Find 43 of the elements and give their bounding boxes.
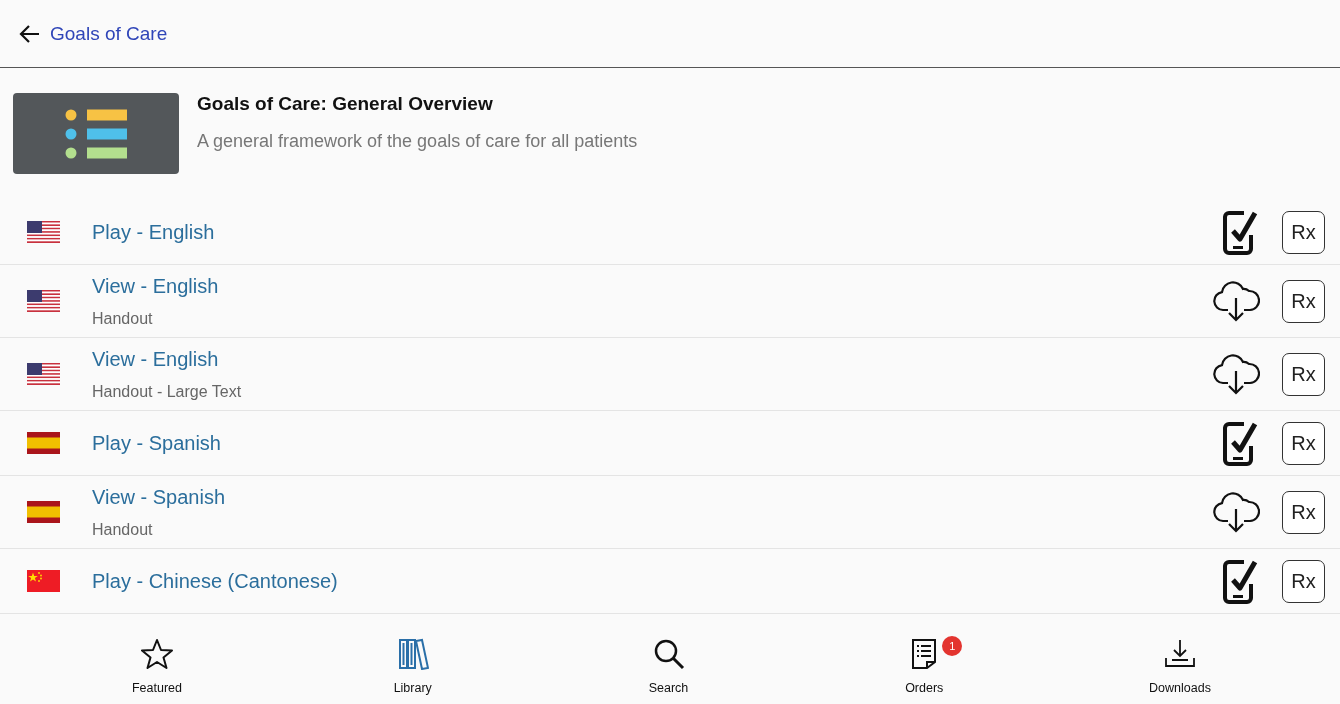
china-flag-icon — [27, 570, 60, 592]
rx-button[interactable]: Rx — [1282, 279, 1325, 323]
overview-title: Goals of Care: General Overview — [197, 93, 494, 115]
us-flag-icon — [27, 221, 60, 243]
item-title[interactable]: Play - Spanish — [92, 431, 221, 455]
rx-button[interactable]: Rx — [1282, 490, 1325, 534]
item-title[interactable]: View - Spanish — [92, 485, 226, 509]
rx-button[interactable]: Rx — [1282, 210, 1325, 254]
tablet-check-icon[interactable] — [1220, 420, 1260, 466]
item-subtitle: Handout — [92, 520, 154, 539]
item-title[interactable]: View - English — [92, 347, 219, 371]
nav-tab[interactable]: Search — [608, 630, 729, 704]
overview-description: A general framework of the goals of care for all patients — [197, 131, 638, 152]
nav-tab[interactable]: Downloads — [1120, 630, 1240, 704]
tray-download-icon — [1164, 638, 1196, 670]
item-title[interactable]: View - English — [92, 274, 219, 298]
rx-button[interactable]: Rx — [1282, 352, 1325, 396]
list-thumbnail-icon — [13, 93, 179, 174]
item-subtitle: Handout - Large Text — [92, 382, 243, 401]
nav-tab[interactable]: 1 Orders — [864, 630, 985, 704]
search-icon — [652, 638, 685, 670]
us-flag-icon — [27, 363, 60, 385]
rx-button[interactable]: Rx — [1282, 559, 1325, 603]
cloud-download-icon[interactable] — [1212, 280, 1260, 322]
back-title[interactable]: Goals of Care — [50, 22, 168, 45]
tablet-check-icon[interactable] — [1220, 209, 1260, 255]
us-flag-icon — [27, 290, 60, 312]
nav-tab[interactable]: Featured — [97, 630, 217, 704]
tablet-check-icon[interactable] — [1220, 558, 1260, 604]
cloud-download-icon[interactable] — [1212, 491, 1260, 533]
nav-tab[interactable]: Library — [352, 630, 473, 704]
cloud-download-icon[interactable] — [1212, 353, 1260, 395]
star-icon — [141, 638, 173, 670]
rx-button[interactable]: Rx — [1282, 421, 1325, 465]
back-button[interactable]: Goals of Care — [18, 22, 168, 45]
item-subtitle: Handout — [92, 309, 154, 328]
spain-flag-icon — [27, 501, 60, 523]
item-title[interactable]: Play - English — [92, 220, 215, 244]
back-arrow-icon — [18, 23, 40, 44]
notification-badge: 1 — [942, 636, 963, 656]
item-title[interactable]: Play - Chinese (Cantonese) — [92, 569, 338, 593]
spain-flag-icon — [27, 432, 60, 454]
books-icon — [396, 638, 429, 670]
